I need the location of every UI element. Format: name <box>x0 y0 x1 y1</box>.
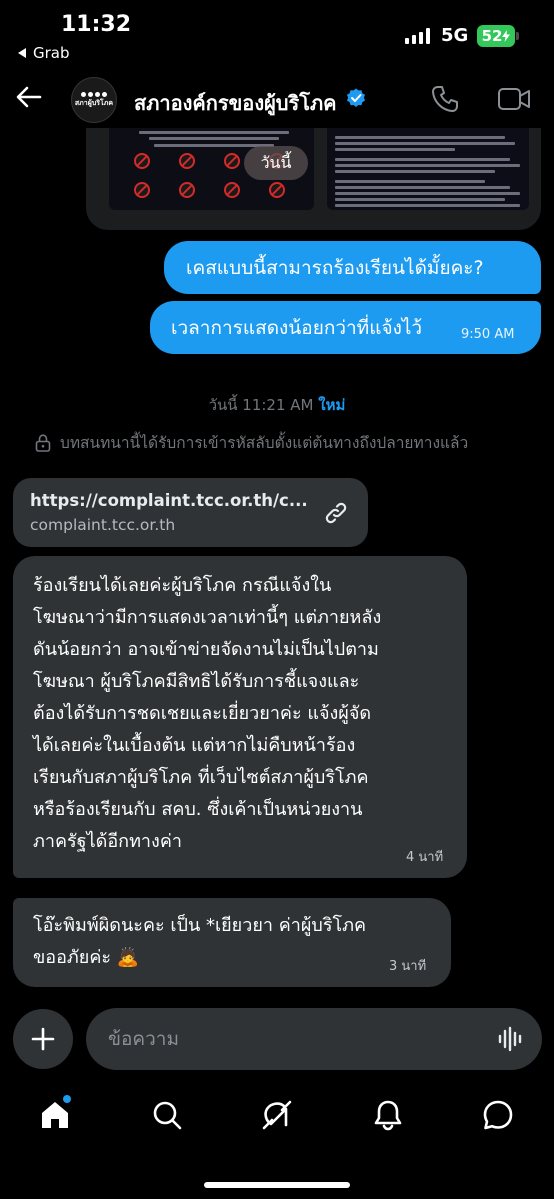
message-text: เคสแบบนี้สามารถร้องเรียนได้มั้ยคะ? <box>186 256 484 279</box>
poster-image-info[interactable] <box>327 128 529 210</box>
received-message[interactable]: ร้องเรียนได้เลยค่ะผู้บริโภค กรณีแจ้งใน โ… <box>13 556 467 878</box>
phone-call-icon[interactable] <box>430 84 460 114</box>
link-icon[interactable] <box>322 499 350 527</box>
message-composer[interactable] <box>86 1008 542 1070</box>
notifications-icon[interactable] <box>371 1098 405 1132</box>
video-call-icon[interactable] <box>497 86 531 112</box>
received-message[interactable]: โอ๊ะพิมพ์ผิดนะคะ เป็น *เยียวยา ค่าผู้บริ… <box>13 898 451 987</box>
home-indicator <box>204 1182 350 1188</box>
home-notification-dot <box>63 1095 71 1103</box>
battery-icon: 52 <box>477 25 515 47</box>
battery-cap <box>516 32 519 40</box>
back-triangle-icon <box>18 48 26 58</box>
image-message[interactable] <box>86 128 541 230</box>
date-separator: วันนี้ 11:21 AM ใหม่ <box>0 393 554 417</box>
lock-icon <box>35 433 51 452</box>
voice-message-icon[interactable] <box>497 1025 525 1053</box>
message-timestamp: 3 นาที <box>389 959 427 974</box>
messages-icon[interactable] <box>481 1098 515 1132</box>
sent-message[interactable]: เคสแบบนี้สามารถร้องเรียนได้มั้ยคะ? <box>164 241 541 294</box>
message-text: ร้องเรียนได้เลยค่ะผู้บริโภค กรณีแจ้งใน โ… <box>33 575 382 852</box>
link-domain: complaint.tcc.or.th <box>30 516 176 534</box>
new-messages-label: ใหม่ <box>318 396 346 414</box>
plus-icon <box>31 1027 55 1051</box>
link-url[interactable]: https://complaint.tcc.or.th/c... <box>30 491 308 510</box>
encryption-notice-text: บทสนทนานี้ได้รับการเข้ารหัสลับตั้งแต่ต้น… <box>60 434 469 452</box>
chat-header: สภาผู้บริโภค สภาองค์กรของผู้บริโภค <box>0 70 554 128</box>
home-icon[interactable] <box>38 1098 72 1132</box>
separator-date: วันนี้ 11:21 AM <box>208 396 314 414</box>
verified-badge-icon <box>347 88 365 107</box>
message-timestamp: 9:50 AM <box>461 327 515 342</box>
message-text: โอ๊ะพิมพ์ผิดนะคะ เป็น *เยียวยา ค่าผู้บริ… <box>33 915 367 968</box>
avatar-logo-icon <box>81 91 107 97</box>
battery-level: 52 <box>481 27 503 45</box>
network-label: 5G <box>441 25 469 46</box>
charging-bolt-icon <box>502 30 511 42</box>
message-input[interactable] <box>108 1022 478 1056</box>
avatar-label: สภาผู้บริโภค <box>74 98 114 107</box>
search-icon[interactable] <box>150 1098 184 1132</box>
sent-message[interactable]: เวลาการแสดงน้อยกว่าที่แจ้งไว้ 9:50 AM <box>150 301 541 354</box>
message-timestamp: 4 นาที <box>406 850 444 865</box>
signal-icon <box>405 28 430 44</box>
clock: 11:32 <box>61 12 132 37</box>
add-attachment-button[interactable] <box>13 1009 73 1069</box>
grok-icon[interactable] <box>260 1098 294 1132</box>
back-app-label: Grab <box>33 44 70 62</box>
image-date-overlay: วันนี้ <box>244 146 308 180</box>
message-text: เวลาการแสดงน้อยกว่าที่แจ้งไว้ <box>171 316 423 339</box>
back-to-app-link[interactable]: Grab <box>17 44 70 62</box>
contact-name[interactable]: สภาองค์กรของผู้บริโภค <box>134 87 337 119</box>
avatar[interactable]: สภาผู้บริโภค <box>71 77 117 123</box>
encryption-notice: บทสนทนานี้ได้รับการเข้ารหัสลับตั้งแต่ต้น… <box>35 430 468 455</box>
status-bar: 11:32 Grab 5G 52 <box>0 0 554 70</box>
back-arrow-icon[interactable] <box>14 82 44 112</box>
link-preview-card[interactable]: https://complaint.tcc.or.th/c... complai… <box>13 478 368 547</box>
